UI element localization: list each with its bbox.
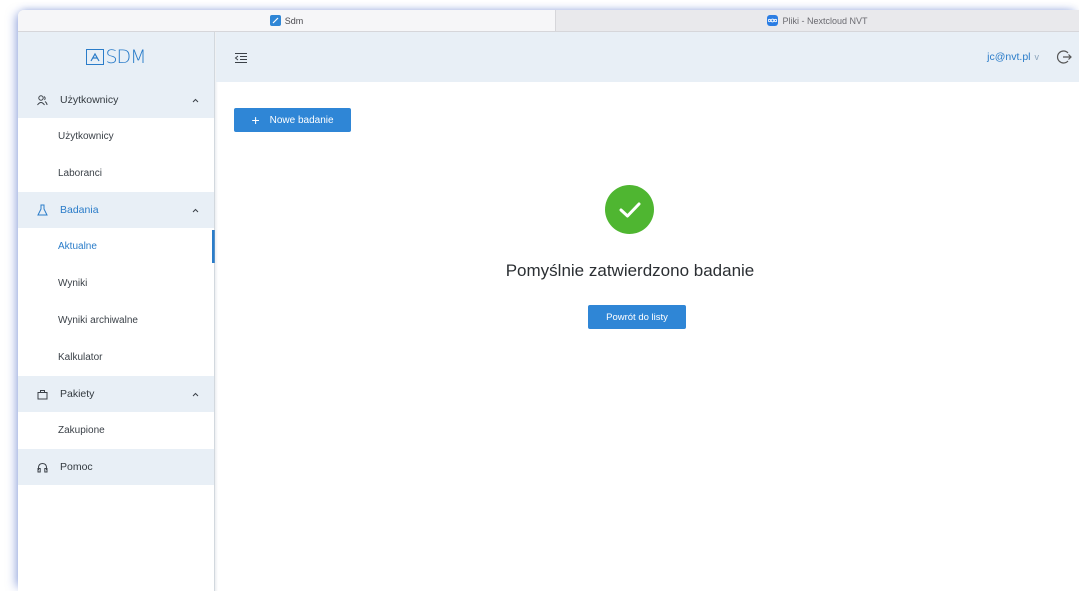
sidebar: SDM Użytkownicy Użytkownicy Laboranci Ba… [18, 32, 215, 591]
flask-icon [34, 204, 50, 216]
logout-icon[interactable] [1055, 48, 1073, 66]
sidebar-group-pakiety[interactable]: Pakiety [18, 376, 214, 412]
success-check-icon [605, 185, 654, 234]
sidebar-group-label: Badania [60, 204, 99, 216]
headphones-icon [34, 462, 50, 473]
package-icon [34, 389, 50, 400]
sidebar-group-users[interactable]: Użytkownicy [18, 82, 214, 118]
sidebar-item-wyniki[interactable]: Wyniki [18, 265, 214, 302]
user-email: jc@nvt.pl [987, 51, 1031, 63]
users-icon [34, 94, 50, 106]
user-menu[interactable]: jc@nvt.pl v [987, 51, 1039, 63]
back-to-list-button[interactable]: Powrót do listy [588, 305, 686, 329]
sidebar-group-label: Pakiety [60, 388, 95, 400]
sidebar-item-uzytkownicy[interactable]: Użytkownicy [18, 118, 214, 155]
plus-icon: + [251, 112, 260, 128]
browser-tab-nextcloud[interactable]: Pliki - Nextcloud NVT [556, 10, 1079, 31]
browser-window: Sdm Pliki - Nextcloud NVT SDM Użytkownic… [18, 10, 1079, 591]
sidebar-item-kalkulator[interactable]: Kalkulator [18, 339, 214, 376]
chevron-up-icon [190, 208, 200, 213]
app-logo[interactable]: SDM [18, 32, 214, 82]
nextcloud-favicon-icon [767, 15, 779, 26]
chevron-down-icon: v [1034, 52, 1040, 62]
top-header: jc@nvt.pl v [216, 32, 1079, 82]
logo-icon [86, 49, 105, 65]
tab-label: Pliki - Nextcloud NVT [782, 15, 868, 26]
new-study-button[interactable]: + Nowe badanie [234, 108, 351, 132]
browser-tab-bar: Sdm Pliki - Nextcloud NVT [18, 10, 1079, 32]
browser-tab-sdm[interactable]: Sdm [18, 10, 556, 31]
sidebar-group-label: Użytkownicy [60, 94, 119, 106]
tab-label: Sdm [284, 15, 304, 26]
sidebar-group-badania[interactable]: Badania [18, 192, 214, 228]
menu-collapse-icon[interactable] [234, 51, 248, 64]
sidebar-item-wyniki-archiwalne[interactable]: Wyniki archiwalne [18, 302, 214, 339]
sidebar-group-label: Pomoc [60, 461, 93, 473]
sdm-favicon-icon [269, 15, 281, 26]
logo-text: SDM [105, 46, 146, 68]
success-message: Pomyślnie zatwierdzono badanie [505, 261, 755, 280]
sidebar-item-aktualne[interactable]: Aktualne [18, 228, 215, 265]
chevron-up-icon [190, 98, 200, 103]
sidebar-item-zakupione[interactable]: Zakupione [18, 412, 214, 449]
chevron-up-icon [190, 392, 200, 397]
new-study-label: Nowe badanie [269, 114, 334, 126]
sidebar-divider [214, 32, 218, 591]
sidebar-group-pomoc[interactable]: Pomoc [18, 449, 214, 485]
sidebar-item-laboranci[interactable]: Laboranci [18, 155, 214, 192]
